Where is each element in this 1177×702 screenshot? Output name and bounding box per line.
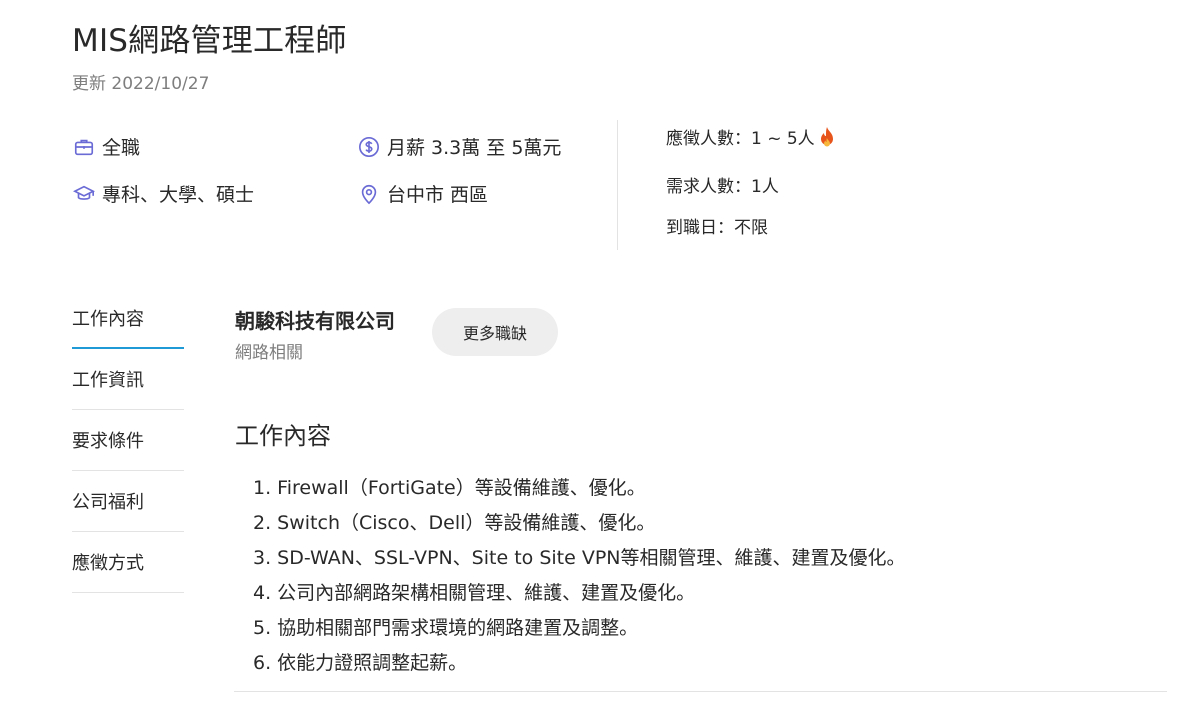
description-line: 6. 依能力證照調整起薪。 xyxy=(253,652,468,674)
content-divider xyxy=(234,691,1167,692)
applicants-stat[interactable]: 應徵人數：1 ~ 5人 xyxy=(666,124,837,149)
company-name[interactable]: 朝駿科技有限公司 xyxy=(235,305,395,334)
nav-item-benefits[interactable]: 公司福利 xyxy=(72,471,184,532)
company-industry: 網路相關 xyxy=(235,343,303,363)
nav-item-requirements[interactable]: 要求條件 xyxy=(72,410,184,471)
nav-item-label: 工作資訊 xyxy=(72,370,144,391)
graduation-cap-icon xyxy=(72,182,96,206)
job-type: 全職 xyxy=(72,133,140,160)
updated-date: 更新 2022/10/27 xyxy=(72,74,210,94)
nav-item-job-content[interactable]: 工作內容 xyxy=(72,288,184,349)
dollar-icon xyxy=(357,135,381,159)
education-text: 專科、大學、碩士 xyxy=(102,184,255,206)
nav-item-apply-method[interactable]: 應徵方式 xyxy=(72,532,184,593)
location-text: 台中市 西區 xyxy=(387,184,489,206)
salary: 月薪 3.3萬 至 5萬元 xyxy=(357,133,561,160)
headcount-stat: 需求人數：1人 xyxy=(666,172,779,197)
description-line: 5. 協助相關部門需求環境的網路建置及調整。 xyxy=(253,617,639,639)
nav-item-label: 公司福利 xyxy=(72,492,144,513)
location[interactable]: 台中市 西區 xyxy=(357,180,488,207)
description-line: 3. SD-WAN、SSL-VPN、Site to Site VPN等相關管理、… xyxy=(253,547,906,569)
job-description: 1. Firewall（FortiGate）等設備維護、優化。 2. Switc… xyxy=(253,471,906,681)
nav-item-label: 應徵方式 xyxy=(72,553,144,574)
job-type-text: 全職 xyxy=(102,137,141,159)
location-pin-icon xyxy=(357,182,381,206)
applicants-text: 應徵人數：1 ~ 5人 xyxy=(666,129,815,149)
section-nav: 工作內容 工作資訊 要求條件 公司福利 應徵方式 xyxy=(72,288,184,593)
more-jobs-button[interactable]: 更多職缺 xyxy=(432,308,558,356)
fire-icon xyxy=(817,125,837,149)
nav-item-label: 工作內容 xyxy=(72,308,144,330)
headcount-text: 需求人數：1人 xyxy=(666,177,779,197)
section-title: 工作內容 xyxy=(235,422,331,450)
description-line: 2. Switch（Cisco、Dell）等設備維護、優化。 xyxy=(253,512,656,534)
briefcase-icon xyxy=(72,135,96,159)
education: 專科、大學、碩士 xyxy=(72,180,254,207)
nav-item-job-info[interactable]: 工作資訊 xyxy=(72,349,184,410)
job-title: MIS網路管理工程師 xyxy=(72,23,347,59)
description-line: 4. 公司內部網路架構相關管理、維護、建置及優化。 xyxy=(253,582,696,604)
start-date-text: 到職日：不限 xyxy=(666,218,768,238)
salary-text: 月薪 3.3萬 至 5萬元 xyxy=(387,137,562,159)
start-date-stat: 到職日：不限 xyxy=(666,213,768,238)
info-divider xyxy=(617,120,618,250)
nav-item-label: 要求條件 xyxy=(72,431,144,452)
description-line: 1. Firewall（FortiGate）等設備維護、優化。 xyxy=(253,477,646,499)
